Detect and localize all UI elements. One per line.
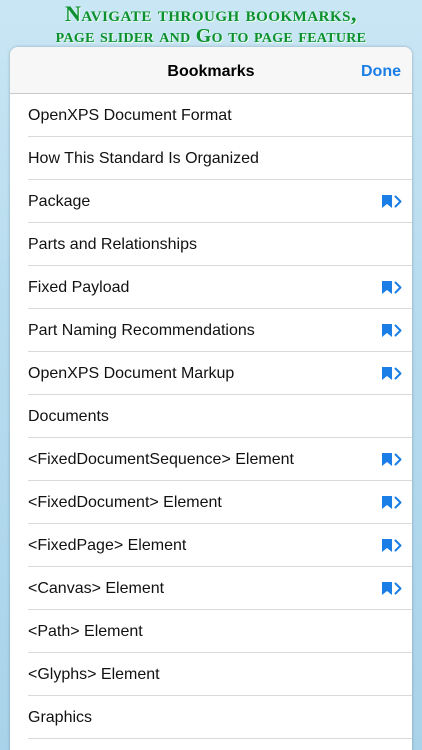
list-item[interactable]: OpenXPS Document Markup <box>10 352 412 395</box>
expand-children-button[interactable] <box>382 367 402 380</box>
bookmark-label: <FixedDocument> Element <box>28 493 222 511</box>
bookmark-icon <box>382 539 392 552</box>
bookmark-icon <box>382 324 392 337</box>
navigation-bar: Bookmarks Done <box>10 47 412 94</box>
bookmark-label: OpenXPS Document Markup <box>28 364 235 382</box>
list-item[interactable]: Fixed Payload <box>10 266 412 309</box>
bookmark-list: OpenXPS Document Format How This Standard… <box>10 94 412 739</box>
list-item[interactable]: <FixedDocumentSequence> Element <box>10 438 412 481</box>
list-item[interactable]: <Canvas> Element <box>10 567 412 610</box>
expand-children-button[interactable] <box>382 324 402 337</box>
done-button[interactable]: Done <box>361 47 401 94</box>
list-item[interactable]: OpenXPS Document Format <box>10 94 412 137</box>
list-item[interactable]: <Path> Element <box>10 610 412 653</box>
bookmark-label: OpenXPS Document Format <box>28 106 232 124</box>
bookmark-label: <FixedDocumentSequence> Element <box>28 450 294 468</box>
expand-children-button[interactable] <box>382 539 402 552</box>
bookmark-icon <box>382 195 392 208</box>
bookmark-icon <box>382 453 392 466</box>
list-item[interactable]: <Glyphs> Element <box>10 653 412 696</box>
bookmark-icon <box>382 367 392 380</box>
expand-children-button[interactable] <box>382 496 402 509</box>
bookmark-icon <box>382 582 392 595</box>
bookmark-label: Fixed Payload <box>28 278 130 296</box>
chevron-right-icon <box>394 453 402 466</box>
bookmark-icon <box>382 281 392 294</box>
list-item[interactable]: How This Standard Is Organized <box>10 137 412 180</box>
expand-children-button[interactable] <box>382 582 402 595</box>
chevron-right-icon <box>394 582 402 595</box>
chevron-right-icon <box>394 367 402 380</box>
chevron-right-icon <box>394 324 402 337</box>
bookmark-label: Part Naming Recommendations <box>28 321 255 339</box>
promo-banner: Navigate through bookmarks, page slider … <box>0 0 422 48</box>
list-item[interactable]: <FixedPage> Element <box>10 524 412 567</box>
bookmark-label: Parts and Relationships <box>28 235 197 253</box>
promo-line-2: page slider and Go to page feature <box>55 25 367 47</box>
list-item[interactable]: Documents <box>10 395 412 438</box>
expand-children-button[interactable] <box>382 453 402 466</box>
list-item[interactable]: Part Naming Recommendations <box>10 309 412 352</box>
bookmark-label: <Canvas> Element <box>28 579 165 597</box>
bookmark-label: Graphics <box>28 708 93 726</box>
list-item[interactable]: <FixedDocument> Element <box>10 481 412 524</box>
bookmark-label: Package <box>28 192 91 210</box>
bookmark-label: Documents <box>28 407 109 425</box>
expand-children-button[interactable] <box>382 195 402 208</box>
list-item[interactable]: Package <box>10 180 412 223</box>
bookmark-label: <Glyphs> Element <box>28 665 160 683</box>
expand-children-button[interactable] <box>382 281 402 294</box>
chevron-right-icon <box>394 496 402 509</box>
list-item[interactable]: Parts and Relationships <box>10 223 412 266</box>
bookmark-label: <Path> Element <box>28 622 143 640</box>
bookmarks-popover: Bookmarks Done OpenXPS Document Format Ho… <box>10 47 412 750</box>
chevron-right-icon <box>394 281 402 294</box>
list-item[interactable]: Graphics <box>10 696 412 739</box>
bookmark-icon <box>382 496 392 509</box>
bookmark-label: <FixedPage> Element <box>28 536 187 554</box>
promo-line-1: Navigate through bookmarks, <box>64 1 358 26</box>
chevron-right-icon <box>394 539 402 552</box>
bookmark-label: How This Standard Is Organized <box>28 149 259 167</box>
chevron-right-icon <box>394 195 402 208</box>
page-title: Bookmarks <box>167 63 255 80</box>
